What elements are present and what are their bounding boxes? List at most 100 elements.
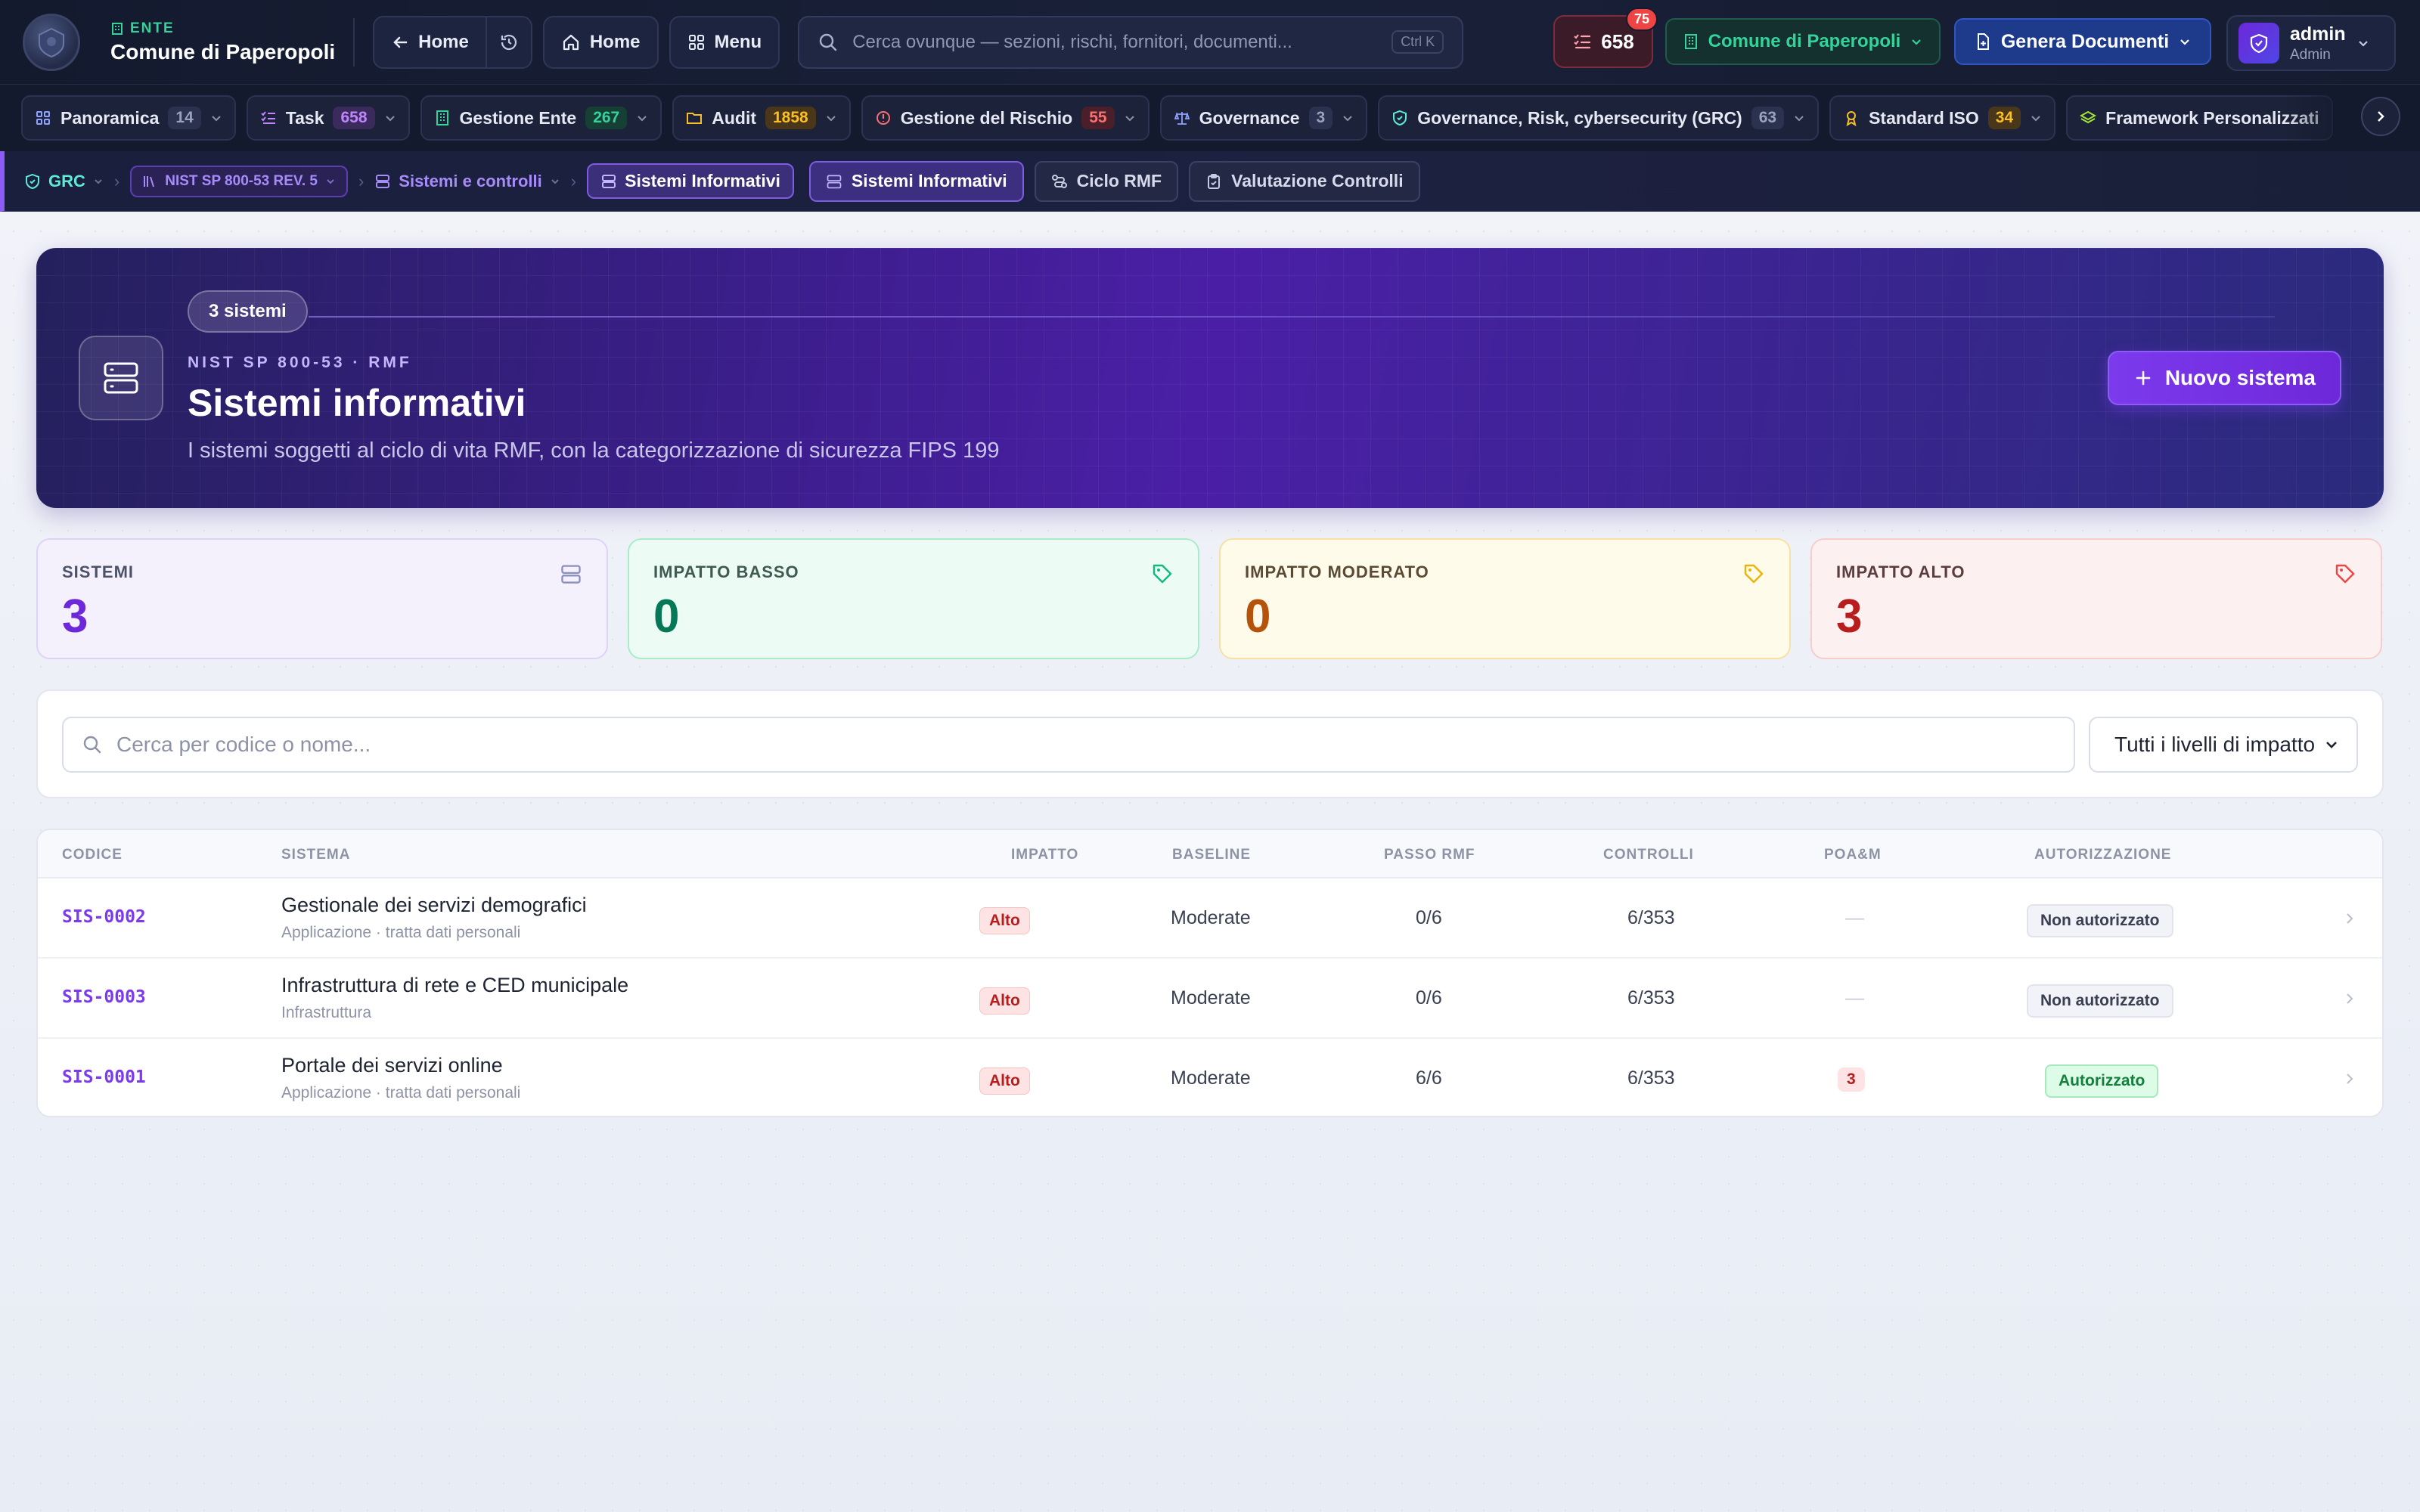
impact-level-select[interactable]: Tutti i livelli di impatto [2089,717,2358,773]
tab-ciclo-rmf[interactable]: Ciclo RMF [1034,160,1179,202]
user-menu[interactable]: admin Admin [2226,15,2396,71]
impact-badge: Alto [979,987,1030,1015]
column-header[interactable]: AUTORIZZAZIONE [2034,847,2171,863]
generate-documents-button[interactable]: Genera Documenti [1954,18,2211,65]
stat-label: IMPATTO ALTO [1836,562,1965,581]
tasks-button[interactable]: 658 75 [1553,8,1658,68]
stat-label: IMPATTO BASSO [653,562,799,581]
breadcrumb-grc[interactable]: GRC [24,172,104,191]
chevron-right-icon [2378,111,2384,122]
building-icon [1684,34,1697,49]
system-search-input[interactable]: Cerca per codice o nome... [62,717,2075,773]
new-system-button[interactable]: Nuovo sistema [2107,351,2341,405]
chevron-down-icon [1125,116,1134,122]
baseline-value: Moderate [1171,907,1251,928]
breadcrumb-current[interactable]: Sistemi Informativi [587,163,794,199]
module-tab-panoramica[interactable]: Panoramica 14 [21,95,236,141]
chevron-down-icon [327,178,334,184]
breadcrumb-section[interactable]: Sistemi e controlli [374,172,560,191]
breadcrumb-separator: › [113,171,120,191]
column-header[interactable]: IMPATTO [1011,847,1078,863]
module-tab-gestione-del-rischio[interactable]: Gestione del Rischio 55 [861,95,1150,141]
chevron-down-icon [2180,39,2189,45]
table-row[interactable]: SIS-0001 Portale dei servizi online Appl… [38,1039,2382,1116]
menu-button[interactable]: Menu [671,17,779,67]
organization-selector[interactable]: Comune di Paperopoli [1665,18,1941,65]
page-title: Sistemi informativi [188,382,526,424]
controls-value: 6/353 [1627,907,1675,928]
system-code-link[interactable]: SIS-0003 [62,987,146,1007]
search-icon [83,736,101,754]
tab-sistemi-informativi[interactable]: Sistemi Informativi [808,160,1024,202]
module-count-badge: 267 [585,107,628,129]
shield-check-icon [26,173,39,189]
global-search-input[interactable]: Cerca ovunque — sezioni, rischi, fornito… [798,15,1464,69]
modules-scroll-right-button[interactable] [2361,97,2400,136]
table-row[interactable]: SIS-0002 Gestionale dei servizi demograf… [38,878,2382,959]
system-code-link[interactable]: SIS-0001 [62,1067,146,1087]
chevron-right-icon[interactable] [2341,1070,2358,1087]
search-placeholder: Cerca ovunque — sezioni, rischi, fornito… [852,31,1292,52]
module-count-badge: 14 [168,107,201,129]
breadcrumb-separator: › [358,171,365,191]
breadcrumb-framework[interactable]: NIST SP 800-53 REV. 5 [130,165,348,197]
stat-label: SISTEMI [62,562,135,581]
module-tab-governance-risk-cybersecurity-grc[interactable]: Governance, Risk, cybersecurity (GRC) 63 [1378,95,1820,141]
ente-block: ENTE Comune di Paperopoli [110,20,335,64]
chevron-down-icon [212,116,221,122]
column-header[interactable]: POA&M [1824,847,1882,863]
home-button[interactable]: Home [544,17,657,67]
column-header[interactable]: BASELINE [1172,847,1251,863]
column-header[interactable]: CODICE [62,847,123,863]
module-label: Audit [712,107,756,128]
chevron-down-icon [1795,116,1804,122]
column-header[interactable]: CONTROLLI [1603,847,1694,863]
chevron-right-icon[interactable] [2341,990,2358,1007]
rmf-step-value: 6/6 [1416,1067,1442,1089]
controls-value: 6/353 [1627,1067,1675,1089]
stat-value: 3 [1836,590,1863,643]
divider [353,17,355,67]
chevron-right-icon[interactable] [2341,910,2358,927]
tab-valutazione-controlli[interactable]: Valutazione Controlli [1189,160,1420,202]
module-tab-task[interactable]: Task 658 [246,95,410,141]
module-tab-standard-iso[interactable]: Standard ISO 34 [1829,95,2056,141]
library-icon [144,175,155,187]
file-plus-icon [1977,33,1989,50]
impact-badge: Alto [979,907,1030,934]
building-icon [434,110,451,126]
system-name[interactable]: Infrastruttura di rete e CED municipale [281,974,628,997]
back-home-button[interactable]: Home [374,17,486,67]
history-button[interactable] [485,17,531,67]
building-icon [112,22,123,35]
rmf-step-value: 0/6 [1416,987,1442,1009]
module-tab-audit[interactable]: Audit 1858 [672,95,851,141]
impact-badge: Alto [979,1067,1030,1095]
home-icon [563,34,579,50]
table-row[interactable]: SIS-0003 Infrastruttura di rete e CED mu… [38,959,2382,1039]
stat-card-impatto-alto: IMPATTO ALTO 3 [1810,538,2382,659]
baseline-value: Moderate [1171,987,1251,1009]
module-label: Task [285,107,324,128]
column-header[interactable]: SISTEMA [281,847,350,863]
system-name[interactable]: Gestionale dei servizi demografici [281,894,587,917]
tasks-notification-badge: 75 [1625,8,1658,31]
arrow-left-icon [393,36,408,48]
system-name[interactable]: Portale dei servizi online [281,1054,503,1077]
server-icon [104,362,138,394]
stat-card-sistemi: SISTEMI 3 [36,538,608,659]
avatar [2238,23,2279,64]
module-tab-gestione-ente[interactable]: Gestione Ente 267 [420,95,662,141]
module-label: Standard ISO [1869,107,1979,128]
search-icon [819,33,837,51]
system-code-link[interactable]: SIS-0002 [62,907,146,927]
module-tab-governance[interactable]: Governance 3 [1159,95,1368,141]
column-header[interactable]: PASSO RMF [1384,847,1475,863]
layers-icon [2080,110,2097,126]
poam-value: — [1845,907,1864,928]
subtabs: Sistemi Informativi Ciclo RMF Valutazion… [808,160,1420,202]
municipality-logo[interactable] [23,13,80,71]
list-check-icon [260,110,277,126]
search-shortcut: Ctrl K [1392,30,1444,54]
shield-icon [2250,33,2268,54]
